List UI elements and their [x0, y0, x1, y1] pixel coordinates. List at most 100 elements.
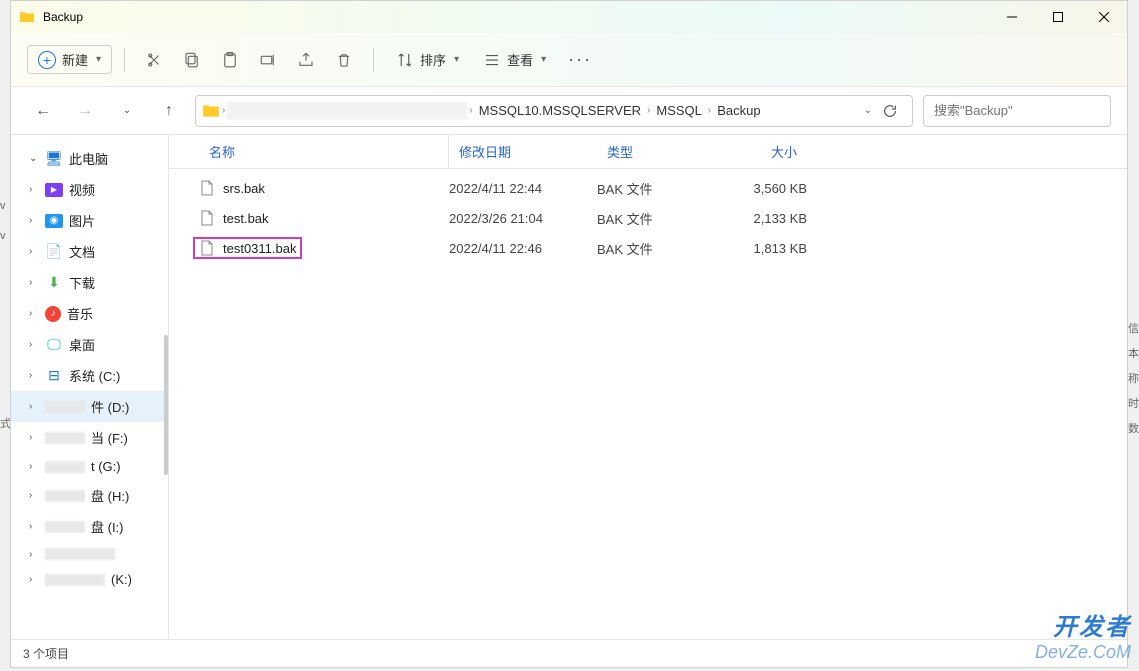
sidebar-drive-d[interactable]: ›件 (D:)	[11, 391, 168, 422]
expand-icon[interactable]: ›	[29, 215, 39, 226]
sidebar-drive-k[interactable]: ›(K:)	[11, 566, 168, 593]
expand-icon[interactable]: ›	[29, 184, 39, 195]
rename-button[interactable]	[251, 45, 285, 75]
edge-text: v	[0, 200, 6, 212]
sidebar-music[interactable]: ›♪音乐	[11, 298, 168, 329]
expand-icon[interactable]: ›	[29, 521, 39, 532]
sidebar-label: 图片	[69, 211, 95, 230]
file-name: srs.bak	[223, 181, 265, 196]
item-count: 3 个项目	[23, 645, 69, 662]
sidebar-drive-obscured[interactable]: ›	[11, 542, 168, 566]
back-button[interactable]: ←	[27, 95, 59, 127]
breadcrumb-item[interactable]: MSSQL	[652, 103, 706, 118]
new-button[interactable]: + 新建 ▾	[27, 45, 112, 74]
sidebar-label: 盘 (I:)	[91, 517, 124, 536]
file-icon	[199, 180, 215, 196]
refresh-icon[interactable]	[882, 103, 898, 119]
edge-text: 称	[1128, 370, 1139, 386]
forward-button[interactable]: →	[69, 95, 101, 127]
file-date: 2022/4/11 22:46	[449, 241, 597, 256]
file-type: BAK 文件	[597, 239, 717, 258]
file-date: 2022/3/26 21:04	[449, 211, 597, 226]
expand-icon[interactable]: ›	[29, 549, 39, 560]
column-size[interactable]: 大小	[717, 142, 807, 161]
expand-icon[interactable]: ⌄	[29, 153, 39, 164]
expand-icon[interactable]: ›	[29, 574, 39, 585]
breadcrumb-item[interactable]: MSSQL10.MSSQLSERVER	[475, 103, 645, 118]
obscured	[45, 432, 85, 444]
column-headers: 名称 修改日期 类型 大小	[169, 135, 1127, 169]
obscured	[45, 461, 85, 473]
sidebar-drive-g[interactable]: ›t (G:)	[11, 453, 168, 480]
sidebar-drive-c[interactable]: ›⊟系统 (C:)	[11, 360, 168, 391]
file-row[interactable]: srs.bak 2022/4/11 22:44 BAK 文件 3,560 KB	[169, 173, 1127, 203]
column-name[interactable]: 名称	[199, 135, 449, 168]
minimize-button[interactable]	[989, 1, 1035, 33]
column-type[interactable]: 类型	[597, 142, 717, 161]
sidebar-pictures[interactable]: ›◉图片	[11, 205, 168, 236]
file-row[interactable]: test.bak 2022/3/26 21:04 BAK 文件 2,133 KB	[169, 203, 1127, 233]
more-button[interactable]: ···	[560, 43, 600, 76]
edge-text: 时	[1128, 395, 1139, 411]
close-button[interactable]	[1081, 1, 1127, 33]
expand-icon[interactable]: ›	[29, 461, 39, 472]
path-obscured	[227, 102, 467, 120]
obscured	[45, 401, 85, 413]
paste-button[interactable]	[213, 45, 247, 75]
view-button[interactable]: 查看 ▾	[473, 44, 556, 75]
expand-icon[interactable]: ›	[29, 432, 39, 443]
search-box[interactable]	[923, 95, 1111, 127]
share-button[interactable]	[289, 45, 323, 75]
view-label: 查看	[507, 50, 533, 69]
recent-button[interactable]: ⌄	[111, 95, 143, 127]
expand-icon[interactable]: ›	[29, 490, 39, 501]
sidebar-this-pc[interactable]: ⌄🖥此电脑	[11, 143, 168, 174]
sort-button[interactable]: 排序 ▾	[386, 44, 469, 75]
breadcrumb-item[interactable]: Backup	[713, 103, 764, 118]
file-type: BAK 文件	[597, 209, 717, 228]
scrollbar[interactable]	[164, 335, 168, 475]
sidebar-desktop[interactable]: › 🖵 桌面	[11, 329, 168, 360]
sidebar-documents[interactable]: ›📄文档	[11, 236, 168, 267]
cut-button[interactable]	[137, 45, 171, 75]
chevron-right-icon: ›	[469, 105, 472, 116]
column-date[interactable]: 修改日期	[449, 142, 597, 161]
expand-icon[interactable]: ›	[29, 339, 39, 350]
file-icon	[199, 240, 215, 256]
copy-button[interactable]	[175, 45, 209, 75]
sort-icon	[396, 51, 414, 69]
file-row[interactable]: test0311.bak 2022/4/11 22:46 BAK 文件 1,81…	[169, 233, 1127, 263]
highlight-annotation: test0311.bak	[193, 237, 302, 259]
sidebar-label: 桌面	[69, 335, 95, 354]
expand-icon[interactable]: ›	[29, 308, 39, 319]
expand-icon[interactable]: ›	[29, 370, 39, 381]
drive-icon: ⊟	[45, 367, 63, 385]
view-icon	[483, 51, 501, 69]
desktop-icon: 🖵	[45, 336, 63, 354]
expand-icon[interactable]: ›	[29, 401, 39, 412]
toolbar: + 新建 ▾ 排序 ▾ 查看 ▾ ···	[11, 33, 1127, 87]
sidebar-drive-f[interactable]: ›当 (F:)	[11, 422, 168, 453]
pc-icon: 🖥	[45, 150, 63, 168]
delete-button[interactable]	[327, 45, 361, 75]
search-input[interactable]	[934, 103, 1110, 118]
sidebar-label: 视频	[69, 180, 95, 199]
obscured	[45, 521, 85, 533]
edge-text: v	[0, 230, 6, 242]
obscured	[45, 574, 105, 586]
chevron-down-icon: ▾	[96, 54, 101, 65]
sidebar-drive-h[interactable]: ›盘 (H:)	[11, 480, 168, 511]
maximize-button[interactable]	[1035, 1, 1081, 33]
file-icon	[199, 210, 215, 226]
chevron-down-icon[interactable]: ⌄	[864, 105, 872, 116]
sidebar-videos[interactable]: ›▶视频	[11, 174, 168, 205]
up-button[interactable]: ↑	[153, 95, 185, 127]
expand-icon[interactable]: ›	[29, 277, 39, 288]
expand-icon[interactable]: ›	[29, 246, 39, 257]
sidebar-label: 文档	[69, 242, 95, 261]
sidebar-label: 音乐	[67, 304, 93, 323]
explorer-window: Backup + 新建 ▾ 排序 ▾ 查看 ▾ ···	[10, 0, 1128, 668]
address-bar[interactable]: › › MSSQL10.MSSQLSERVER › MSSQL › Backup…	[195, 95, 913, 127]
sidebar-drive-i[interactable]: › 盘 (I:)	[11, 511, 168, 542]
sidebar-downloads[interactable]: ›⬇下载	[11, 267, 168, 298]
